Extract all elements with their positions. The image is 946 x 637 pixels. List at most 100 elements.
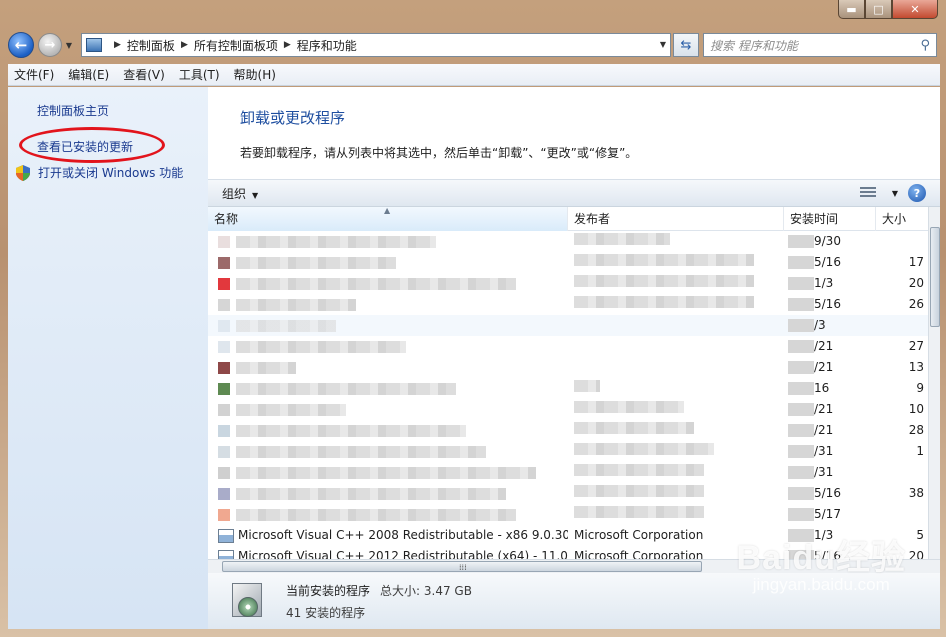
publisher-cell [568,483,784,504]
menu-file[interactable]: 文件(F) [14,66,54,83]
forward-button[interactable]: → [38,33,62,57]
redacted-publisher [574,464,704,476]
table-row[interactable]: /31 1 [208,441,928,462]
table-row[interactable]: /3 [208,315,928,336]
details-text: 当前安装的程序 总大小: 3.47 GB 41 安装的程序 [286,582,472,621]
table-row[interactable]: /21 28 [208,420,928,441]
size-cell: 38 [908,486,924,500]
vertical-scrollbar[interactable] [928,207,940,559]
table-row[interactable]: 16 9 [208,378,928,399]
program-count: 41 安装的程序 [286,605,366,620]
arrow-left-icon: ← [14,36,28,54]
publisher-cell [568,357,784,378]
windows-features-link[interactable]: 打开或关闭 Windows 功能 [8,163,208,183]
size-cell [876,315,928,336]
horizontal-scroll-thumb[interactable]: ⁞⁞⁞ [222,561,702,572]
change-view-icon[interactable] [859,187,876,199]
table-row[interactable]: /21 27 [208,336,928,357]
table-row[interactable]: /31 [208,462,928,483]
table-row[interactable]: 9/30 [208,231,928,252]
program-name-cell [208,315,568,336]
maximize-button[interactable]: □ [865,0,892,19]
redacted-date-part [788,256,814,269]
left-navigation-pane: 控制面板主页 查看已安装的更新 打开或关闭 Windows 功能 [8,87,208,629]
install-date-cell: /21 [784,357,876,378]
install-date-cell: 9/30 [784,231,876,252]
program-icon [218,340,230,353]
help-icon[interactable]: ? [908,184,926,202]
minimize-button[interactable]: ▬ [838,0,865,19]
view-installed-updates-link[interactable]: 查看已安装的更新 [8,127,208,163]
table-row[interactable]: /21 13 [208,357,928,378]
arrow-right-icon: → [44,37,56,53]
search-box[interactable]: 搜索 程序和功能 ⚲ [703,33,937,57]
menu-view[interactable]: 查看(V) [123,66,165,83]
table-row[interactable]: /21 10 [208,399,928,420]
redacted-program-name [236,466,536,479]
search-icon[interactable]: ⚲ [920,38,930,53]
program-name-cell [208,420,568,441]
redacted-date-part [788,361,814,374]
sort-ascending-icon: ▲ [384,207,391,215]
navigation-bar: ← → ▼ ▶ 控制面板 ▶ 所有控制面板项 ▶ 程序和功能 ▼ ⇆ 搜索 程序… [8,30,940,60]
redacted-publisher [574,380,600,392]
back-button[interactable]: ← [8,32,34,58]
install-date-cell: 16 [784,378,876,399]
redacted-publisher [574,422,694,434]
table-row[interactable]: 5/16 38 [208,483,928,504]
menu-help[interactable]: 帮助(H) [234,66,276,83]
recent-pages-dropdown[interactable]: ▼ [63,41,75,50]
table-row[interactable]: 5/16 17 [208,252,928,273]
chevron-right-icon[interactable]: ▶ [181,40,188,50]
menu-bar: 文件(F) 编辑(E) 查看(V) 工具(T) 帮助(H) [8,64,940,86]
breadcrumb-all-items[interactable]: 所有控制面板项 [194,37,278,54]
program-name-cell: Microsoft Visual C++ 2012 Redistributabl… [208,546,568,559]
control-panel-home-link[interactable]: 控制面板主页 [8,101,208,121]
program-icon [218,361,230,374]
install-date-tail: /21 [814,360,834,374]
publisher-cell [568,441,784,462]
column-headers: ▲ 名称 发布者 安装时间 大小 [208,207,928,231]
vertical-scroll-thumb[interactable] [930,227,940,327]
menu-edit[interactable]: 编辑(E) [68,66,109,83]
program-name-cell [208,273,568,294]
organize-button[interactable]: 组织 ▼ [222,185,258,202]
column-header-publisher[interactable]: 发布者 [568,207,784,231]
program-icon [218,424,230,437]
close-button[interactable]: ✕ [892,0,938,19]
breadcrumb-programs[interactable]: 程序和功能 [297,37,357,54]
install-date-tail: 9/30 [814,234,841,248]
refresh-button[interactable]: ⇆ [673,33,699,57]
table-row[interactable]: 5/16 26 [208,294,928,315]
address-dropdown-icon[interactable]: ▼ [660,40,666,49]
publisher-cell [568,273,784,294]
publisher-cell [568,462,784,483]
program-name-cell [208,252,568,273]
chevron-right-icon[interactable]: ▶ [114,40,121,50]
size-cell [876,504,928,525]
toolbar-right: ▼ ? [859,184,926,202]
address-bar[interactable]: ▶ 控制面板 ▶ 所有控制面板项 ▶ 程序和功能 ▼ [81,33,671,57]
column-header-install-date[interactable]: 安装时间 [784,207,876,231]
publisher-cell [568,504,784,525]
column-header-size[interactable]: 大小 [876,207,928,231]
install-date-tail: /21 [814,423,834,437]
program-name: Microsoft Visual C++ 2008 Redistributabl… [238,528,568,542]
program-icon [218,403,230,416]
install-date-cell: /31 [784,462,876,483]
size-cell: 17 [908,255,924,269]
size-cell: 26 [908,297,924,311]
program-name-cell [208,462,568,483]
view-options-dropdown-icon[interactable]: ▼ [892,189,898,198]
breadcrumb-control-panel[interactable]: 控制面板 [127,37,175,54]
menu-tools[interactable]: 工具(T) [179,66,220,83]
table-row[interactable]: 1/3 20 [208,273,928,294]
program-name-cell: Microsoft Visual C++ 2008 Redistributabl… [208,525,568,546]
chevron-right-icon[interactable]: ▶ [284,40,291,50]
watermark-logo: Baidu经验 [736,539,906,577]
table-row[interactable]: 5/17 [208,504,928,525]
program-name-cell [208,378,568,399]
redacted-program-name [236,361,296,374]
caption-buttons: ▬ □ ✕ [838,0,938,19]
search-input[interactable]: 搜索 程序和功能 [710,37,798,54]
